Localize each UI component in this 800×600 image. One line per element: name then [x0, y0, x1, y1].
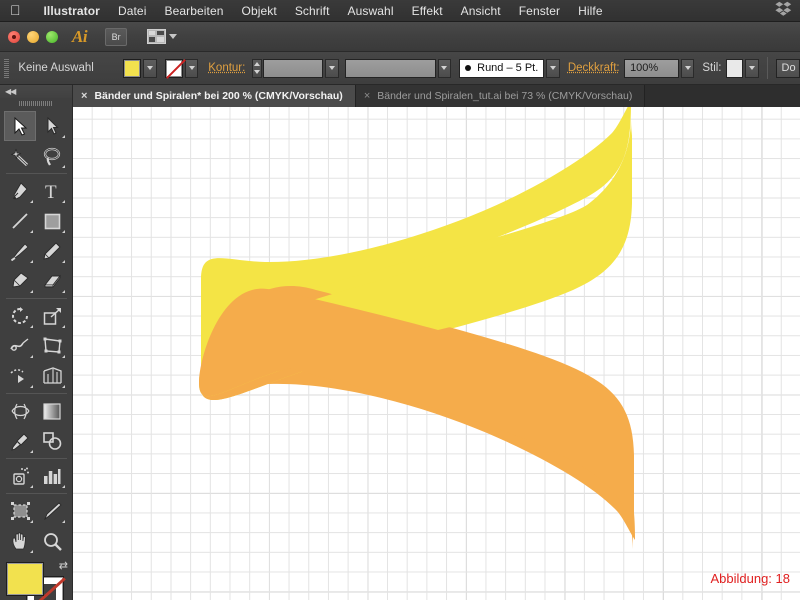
direct-selection-tool[interactable]	[36, 111, 68, 141]
stroke-profile-dropdown[interactable]	[438, 59, 452, 78]
scale-tool[interactable]	[36, 301, 68, 331]
brush-definition-field[interactable]: Rund – 5 Pt.	[459, 59, 544, 78]
pencil-tool[interactable]	[36, 236, 68, 266]
type-tool[interactable]: T	[36, 176, 68, 206]
double-chevron-left-icon[interactable]: ◀◀	[5, 87, 15, 96]
stroke-color-swatch[interactable]	[165, 59, 183, 78]
tab-label: Bänder und Spiralen_tut.ai bei 73 % (CMY…	[377, 90, 632, 102]
menu-item-objekt[interactable]: Objekt	[233, 4, 286, 18]
illustrator-window:  Illustrator Datei Bearbeiten Objekt Sc…	[0, 0, 800, 600]
eyedropper-tool[interactable]	[4, 426, 36, 456]
document-setup-button[interactable]: Do	[776, 59, 800, 78]
gradient-tool[interactable]	[36, 396, 68, 426]
blob-brush-tool[interactable]	[4, 266, 36, 296]
arrange-documents-button[interactable]	[147, 29, 177, 44]
opacity-field[interactable]: 100%	[624, 59, 679, 78]
stroke-weight-label[interactable]: Kontur:	[208, 62, 245, 74]
tab-label: Bänder und Spiralen* bei 200 % (CMYK/Vor…	[94, 90, 342, 102]
svg-text:T: T	[45, 182, 57, 200]
menu-bar:  Illustrator Datei Bearbeiten Objekt Sc…	[0, 0, 800, 22]
menu-item-illustrator[interactable]: Illustrator	[35, 4, 109, 18]
arrange-documents-icon	[147, 29, 166, 44]
column-graph-tool[interactable]	[36, 461, 68, 491]
stroke-color-dropdown[interactable]	[185, 59, 199, 78]
fill-stroke-controls: ⇄	[4, 560, 68, 600]
blend-tool[interactable]	[36, 426, 68, 456]
selection-status-label: Keine Auswahl	[18, 62, 123, 74]
stroke-profile-field[interactable]	[345, 59, 435, 78]
zoom-tool[interactable]	[36, 526, 68, 556]
minimize-button[interactable]	[27, 31, 39, 43]
swap-fill-stroke-icon[interactable]: ⇄	[59, 559, 68, 572]
close-icon[interactable]: ×	[364, 90, 370, 102]
tools-grid: T	[0, 109, 73, 556]
fill-color-swatch[interactable]	[123, 59, 141, 78]
figure-caption: Abbildung: 18	[710, 571, 790, 586]
brush-preview-icon	[465, 65, 471, 71]
control-panel-divider	[767, 57, 768, 79]
window-controls	[8, 31, 58, 43]
menu-item-datei[interactable]: Datei	[109, 4, 156, 18]
close-button[interactable]	[8, 31, 20, 43]
zoom-window-button[interactable]	[46, 31, 58, 43]
symbol-sprayer-tool[interactable]	[4, 461, 36, 491]
graphic-style-swatch[interactable]	[726, 59, 743, 78]
lasso-tool[interactable]	[36, 141, 68, 171]
eraser-tool[interactable]	[36, 266, 68, 296]
ribbon-spiral-final[interactable]	[73, 107, 800, 600]
tools-panel-collapse[interactable]: ◀◀	[0, 85, 72, 98]
control-panel-gripper[interactable]	[4, 59, 9, 78]
dropbox-icon[interactable]	[775, 1, 792, 21]
tab-baender-und-spiralen-tut[interactable]: × Bänder und Spiralen_tut.ai bei 73 % (C…	[356, 85, 646, 107]
application-bar: Ai Br	[0, 22, 800, 52]
artboard-tool[interactable]	[4, 496, 36, 526]
illustrator-logo-icon: Ai	[72, 27, 87, 47]
fill-color-box[interactable]	[6, 562, 44, 596]
menu-item-ansicht[interactable]: Ansicht	[452, 4, 510, 18]
rectangle-tool[interactable]	[36, 206, 68, 236]
stroke-weight-stepper[interactable]	[252, 59, 263, 78]
style-label: Stil:	[702, 62, 721, 74]
opacity-dropdown[interactable]	[681, 59, 695, 78]
stroke-weight-dropdown[interactable]	[325, 59, 339, 78]
mesh-tool[interactable]	[4, 396, 36, 426]
shape-builder-tool[interactable]	[4, 361, 36, 391]
menu-item-auswahl[interactable]: Auswahl	[339, 4, 403, 18]
tab-baender-und-spiralen[interactable]: × Bänder und Spiralen* bei 200 % (CMYK/V…	[73, 85, 356, 107]
pen-tool[interactable]	[4, 176, 36, 206]
width-tool[interactable]	[4, 331, 36, 361]
stroke-weight-field[interactable]	[263, 59, 323, 78]
tools-panel-gripper[interactable]	[0, 98, 72, 109]
brush-definition-label: Rund – 5 Pt.	[477, 62, 538, 74]
free-transform-tool[interactable]	[36, 331, 68, 361]
brush-definition-dropdown[interactable]	[546, 59, 560, 78]
line-segment-tool[interactable]	[4, 206, 36, 236]
menu-item-effekt[interactable]: Effekt	[403, 4, 452, 18]
document-canvas[interactable]: Abbildung: 18	[73, 107, 800, 600]
tools-panel: ◀◀ T ⇄	[0, 85, 73, 600]
menu-item-fenster[interactable]: Fenster	[510, 4, 569, 18]
menu-item-hilfe[interactable]: Hilfe	[569, 4, 612, 18]
apple-logo-icon[interactable]: 	[10, 3, 21, 17]
rotate-tool[interactable]	[4, 301, 36, 331]
selection-tool[interactable]	[4, 111, 36, 141]
graphic-style-dropdown[interactable]	[745, 59, 759, 78]
menu-item-bearbeiten[interactable]: Bearbeiten	[155, 4, 232, 18]
chevron-down-icon	[169, 34, 177, 39]
document-tab-bar: × Bänder und Spiralen* bei 200 % (CMYK/V…	[73, 85, 800, 107]
hand-tool[interactable]	[4, 526, 36, 556]
menu-item-schrift[interactable]: Schrift	[286, 4, 339, 18]
fill-color-dropdown[interactable]	[143, 59, 157, 78]
magic-wand-tool[interactable]	[4, 141, 36, 171]
bridge-button[interactable]: Br	[105, 28, 127, 46]
perspective-grid-tool[interactable]	[36, 361, 68, 391]
control-panel: Keine Auswahl Kontur: Rund – 5 Pt. Deckk…	[0, 52, 800, 85]
close-icon[interactable]: ×	[81, 90, 87, 102]
opacity-label[interactable]: Deckkraft:	[568, 62, 620, 74]
slice-tool[interactable]	[36, 496, 68, 526]
paintbrush-tool[interactable]	[4, 236, 36, 266]
